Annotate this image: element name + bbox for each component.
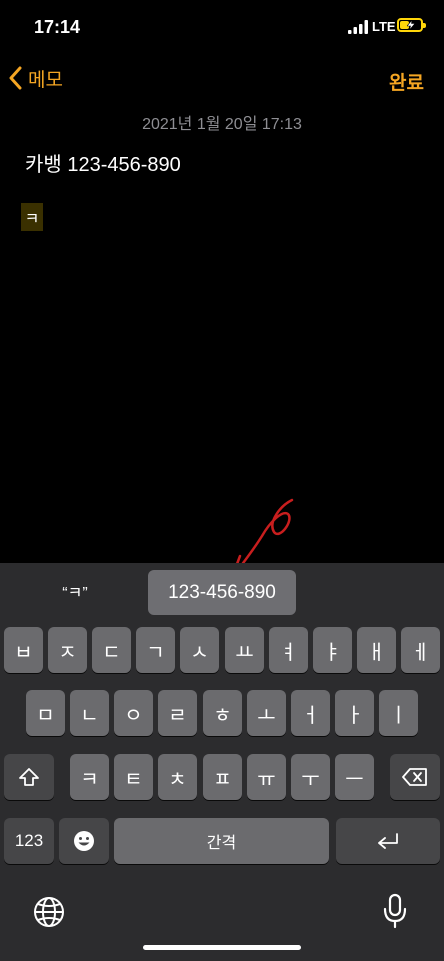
suggestion-item[interactable]: “ㅋ” (40, 579, 110, 603)
home-indicator[interactable] (143, 945, 301, 950)
globe-icon[interactable] (32, 895, 66, 929)
key[interactable]: ㅗ (247, 690, 286, 736)
space-key[interactable]: 간격 (114, 818, 329, 864)
key[interactable]: ㄹ (158, 690, 197, 736)
key[interactable]: ㅓ (291, 690, 330, 736)
key[interactable]: ㅋ (70, 754, 109, 800)
signal-icon (348, 20, 368, 34)
key[interactable]: ㅑ (313, 627, 352, 673)
mic-icon[interactable] (382, 893, 408, 929)
return-icon (378, 833, 398, 849)
composing-character[interactable]: ㅋ (21, 203, 43, 231)
key[interactable]: ㅁ (26, 690, 65, 736)
key[interactable]: ㅅ (180, 627, 219, 673)
key[interactable]: ㅛ (225, 627, 264, 673)
charging-bolt-icon (407, 20, 415, 30)
key[interactable]: ㅐ (357, 627, 396, 673)
key[interactable]: ㅍ (203, 754, 242, 800)
key[interactable]: ㅡ (335, 754, 374, 800)
status-time: 17:14 (34, 17, 81, 37)
key[interactable]: ㅣ (379, 690, 418, 736)
return-key[interactable] (336, 818, 440, 864)
key[interactable]: ㅏ (335, 690, 374, 736)
suggestion-bar: “ㅋ” 123-456-890 (0, 563, 444, 621)
back-button[interactable]: 메모 (8, 64, 63, 92)
key[interactable]: ㅕ (269, 627, 308, 673)
key[interactable]: ㅌ (114, 754, 153, 800)
key[interactable]: ㅂ (4, 627, 43, 673)
numbers-key[interactable]: 123 (4, 818, 54, 864)
key[interactable]: ㅔ (401, 627, 440, 673)
key[interactable]: ㅇ (114, 690, 153, 736)
key[interactable]: ㅈ (48, 627, 87, 673)
key[interactable]: ㄷ (92, 627, 131, 673)
network-type: LTE (372, 19, 396, 34)
note-text-line[interactable]: 카뱅 123-456-890 (25, 148, 181, 177)
shift-icon (19, 768, 39, 786)
status-bar: 17:14 LTE (0, 0, 444, 56)
note-date: 2021년 1월 20일 17:13 (142, 116, 302, 133)
key[interactable]: ㅊ (158, 754, 197, 800)
battery-icon (397, 18, 426, 32)
chevron-left-icon (9, 66, 22, 90)
emoji-key[interactable] (59, 818, 109, 864)
done-button[interactable]: 완료 (389, 68, 424, 95)
key[interactable]: ㅎ (203, 690, 242, 736)
suggestion-item-highlighted[interactable]: 123-456-890 (148, 570, 296, 615)
key[interactable]: ㅜ (291, 754, 330, 800)
emoji-icon (74, 831, 94, 851)
key[interactable]: ㅠ (247, 754, 286, 800)
delete-key[interactable] (390, 754, 440, 800)
key[interactable]: ㄱ (136, 627, 175, 673)
back-label: 메모 (28, 69, 63, 91)
delete-icon (402, 768, 427, 786)
shift-key[interactable] (4, 754, 54, 800)
nav-bar: 메모 완료 (0, 56, 444, 100)
key[interactable]: ㄴ (70, 690, 109, 736)
